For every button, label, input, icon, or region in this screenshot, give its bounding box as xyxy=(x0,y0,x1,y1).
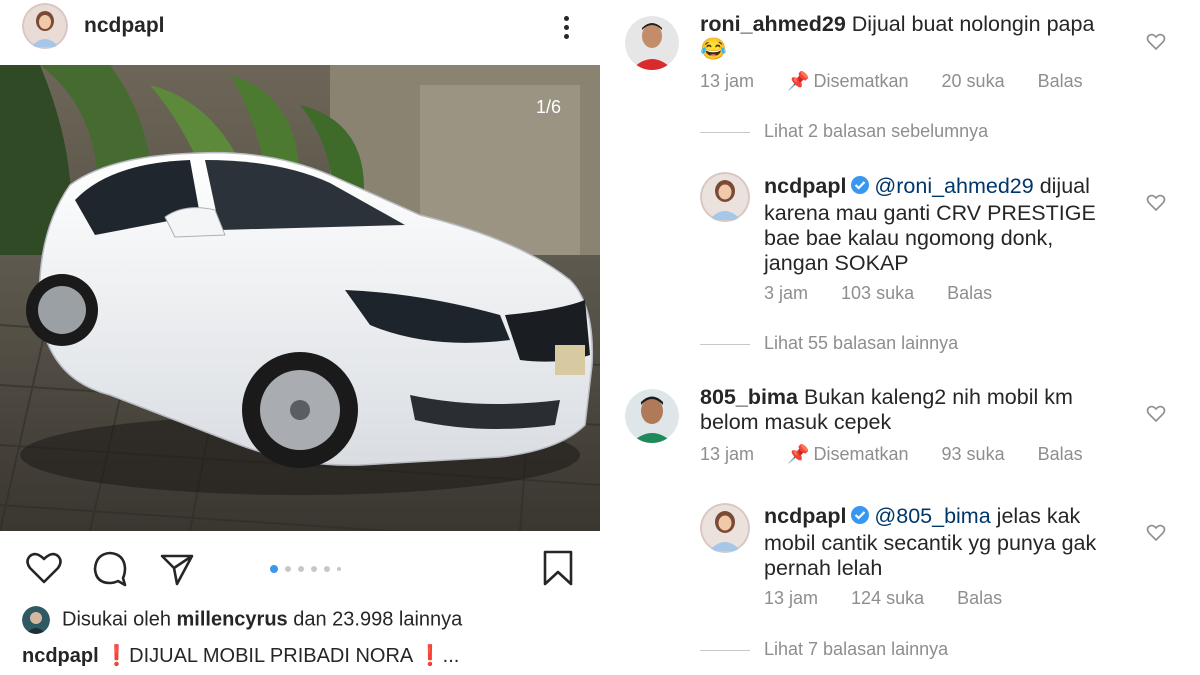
reply-text-line: mobil cantik secantik yg punya gak xyxy=(764,531,1097,555)
paper-plane-icon[interactable] xyxy=(157,548,197,588)
replies-divider xyxy=(700,343,750,345)
commenter-avatar[interactable] xyxy=(625,16,679,70)
reply-author-avatar[interactable] xyxy=(700,503,750,553)
comment-body: roni_ahmed29 Dijual buat nolongin papa 😂 xyxy=(700,12,1140,62)
carousel-dot xyxy=(337,566,341,571)
comment-meta: 13 jam 📌 Disematkan 20 suka Balas xyxy=(700,71,1111,92)
reply-button[interactable]: Balas xyxy=(947,283,992,303)
comment-username[interactable]: roni_ahmed29 xyxy=(700,12,846,36)
verified-badge-icon xyxy=(850,175,870,201)
comment-meta: 13 jam 📌 Disematkan 93 suka Balas xyxy=(700,444,1111,465)
view-replies-link[interactable]: Lihat 55 balasan lainnya xyxy=(700,333,958,354)
commenter-avatar[interactable] xyxy=(625,389,679,443)
exclamation-icon: ❗ xyxy=(417,645,443,667)
comment-username[interactable]: 805_bima xyxy=(700,385,798,409)
more-vertical-icon[interactable] xyxy=(554,12,578,42)
comment-heart-icon[interactable] xyxy=(1146,193,1166,213)
comment-time: 13 jam xyxy=(700,444,755,464)
reply-button[interactable]: Balas xyxy=(1038,71,1083,91)
reply-text-line: bae bae kalau ngomong donk, xyxy=(764,226,1054,250)
comments-panel: roni_ahmed29 Dijual buat nolongin papa 😂 … xyxy=(600,0,1200,675)
reply-text-line: pernah lelah xyxy=(764,556,883,580)
comment-likes[interactable]: 20 suka xyxy=(942,71,1005,91)
likes-suffix[interactable]: dan 23.998 lainnya xyxy=(288,608,462,630)
pinned-label: 📌 Disematkan xyxy=(787,444,909,464)
exclamation-icon: ❗ xyxy=(104,645,130,667)
carousel-dot xyxy=(311,565,317,572)
reply-text-line: dijual xyxy=(1033,174,1090,198)
verified-badge-icon xyxy=(850,505,870,531)
heart-icon[interactable] xyxy=(24,548,64,588)
reply-author-avatar[interactable] xyxy=(700,172,750,222)
pin-icon: 📌 xyxy=(787,444,810,464)
replies-divider xyxy=(700,649,750,651)
post-author-avatar[interactable] xyxy=(22,3,68,49)
replies-divider xyxy=(700,131,750,133)
reply-mention[interactable]: @roni_ahmed29 xyxy=(874,174,1033,198)
laughing-emoji-icon: 😂 xyxy=(700,37,727,61)
post-caption: ncdpapl ❗DIJUAL MOBIL PRIBADI NORA ❗... xyxy=(22,643,459,668)
caption-more[interactable]: ... xyxy=(443,645,460,667)
bookmark-icon[interactable] xyxy=(538,548,578,588)
reply-button[interactable]: Balas xyxy=(957,588,1002,608)
reply-time: 3 jam xyxy=(764,283,809,303)
reply-time: 13 jam xyxy=(764,588,819,608)
comment-text: belom masuk cepek xyxy=(700,410,892,434)
reply-meta: 13 jam 124 suka Balas xyxy=(764,588,1030,609)
reply-username[interactable]: ncdpapl xyxy=(764,174,846,198)
reply-body: ncdpapl @roni_ahmed29 dijual karena mau g… xyxy=(764,174,1144,276)
view-replies-text[interactable]: Lihat 2 balasan sebelumnya xyxy=(764,121,988,141)
reply-body: ncdpapl @805_bima jelas kak mobil cantik … xyxy=(764,504,1154,581)
reply-button[interactable]: Balas xyxy=(1038,444,1083,464)
carousel-indicator xyxy=(270,560,348,573)
pinned-label: 📌 Disematkan xyxy=(787,71,909,91)
liker-username[interactable]: millencyrus xyxy=(177,608,288,630)
reply-meta: 3 jam 103 suka Balas xyxy=(764,283,1020,304)
liker-avatar xyxy=(22,606,50,634)
post-photo[interactable] xyxy=(0,65,600,531)
comment-likes[interactable]: 93 suka xyxy=(942,444,1005,464)
view-replies-link[interactable]: Lihat 2 balasan sebelumnya xyxy=(700,121,988,142)
comment-text: Bukan kaleng2 nih mobil km xyxy=(804,385,1073,409)
reply-text-line: karena mau ganti CRV PRESTIGE xyxy=(764,201,1096,225)
carousel-dot xyxy=(298,565,304,572)
comment-heart-icon[interactable] xyxy=(1146,32,1166,52)
comment-body: 805_bima Bukan kaleng2 nih mobil km belo… xyxy=(700,385,1140,435)
carousel-dot-active xyxy=(270,564,278,573)
caption-username[interactable]: ncdpapl xyxy=(22,645,99,667)
post-header: ncdpapl xyxy=(0,0,600,64)
comment-icon[interactable] xyxy=(90,548,130,588)
view-replies-link[interactable]: Lihat 7 balasan lainnya xyxy=(700,639,948,660)
post-username[interactable]: ncdpapl xyxy=(84,14,165,38)
carousel-counter: 1/6 xyxy=(536,97,562,117)
likes-prefix: Disukai oleh xyxy=(62,608,177,631)
carousel-dot xyxy=(285,565,291,572)
post-actions-bar xyxy=(0,540,600,594)
reply-username[interactable]: ncdpapl xyxy=(764,504,846,528)
comment-time: 13 jam xyxy=(700,71,755,91)
reply-mention[interactable]: @805_bima xyxy=(874,504,990,528)
reply-text-line: jangan SOKAP xyxy=(764,251,909,275)
reply-text-line: jelas kak xyxy=(990,504,1081,528)
comment-heart-icon[interactable] xyxy=(1146,523,1166,543)
carousel-dot xyxy=(324,565,330,572)
caption-text: DIJUAL MOBIL PRIBADI NORA xyxy=(129,645,413,667)
view-replies-text[interactable]: Lihat 7 balasan lainnya xyxy=(764,639,948,659)
reply-likes[interactable]: 103 suka xyxy=(841,283,914,303)
pin-icon: 📌 xyxy=(787,71,810,91)
view-replies-text[interactable]: Lihat 55 balasan lainnya xyxy=(764,333,958,353)
likes-summary[interactable]: Disukai oleh millencyrus dan 23.998 lain… xyxy=(22,606,462,634)
post-panel: ncdpapl 1/6 Disukai oleh millencyrus dan… xyxy=(0,0,600,675)
comment-heart-icon[interactable] xyxy=(1146,404,1166,424)
reply-likes[interactable]: 124 suka xyxy=(851,588,924,608)
comment-text: Dijual buat nolongin papa xyxy=(851,12,1095,36)
